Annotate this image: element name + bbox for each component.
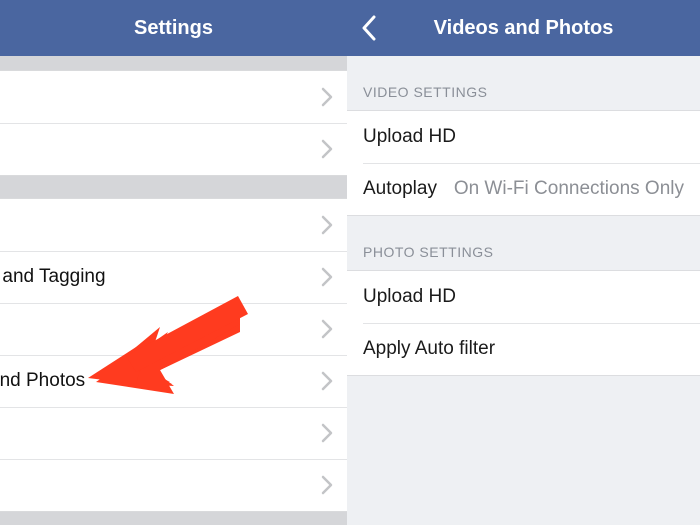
videos-photos-content: VIDEO SETTINGS Upload HD Autoplay On Wi-… (347, 56, 700, 525)
settings-group-2: Privacy Timeline and Tagging Location (0, 198, 347, 512)
chevron-right-icon (321, 215, 333, 235)
settings-row-label: Security (0, 138, 313, 160)
row-autoplay[interactable]: Autoplay On Wi-Fi Connections Only (347, 163, 700, 215)
chevron-right-icon (321, 423, 333, 443)
row-upload-hd-photo[interactable]: Upload HD (347, 271, 700, 323)
settings-row-videos-photos[interactable]: Videos and Photos (0, 355, 347, 407)
chevron-right-icon (321, 139, 333, 159)
settings-row-label: Browser (0, 474, 313, 496)
settings-row-label: Privacy (0, 214, 313, 236)
settings-row-location[interactable]: Location (0, 303, 347, 355)
settings-list: General Security Privacy (0, 56, 347, 525)
chevron-right-icon (321, 371, 333, 391)
section-header-video: VIDEO SETTINGS (347, 56, 700, 110)
chevron-right-icon (321, 87, 333, 107)
settings-row-label: Videos and Photos (0, 370, 313, 392)
settings-row-security[interactable]: Security (0, 123, 347, 175)
settings-row-sounds[interactable]: Sounds (0, 407, 347, 459)
settings-row-label: Location (0, 318, 313, 340)
videos-photos-pane: Videos and Photos VIDEO SETTINGS Upload … (347, 0, 700, 525)
row-label: Upload HD (363, 286, 684, 308)
videos-photos-header: Videos and Photos (347, 0, 700, 56)
back-button[interactable] (361, 0, 376, 56)
settings-row-label: General (0, 86, 313, 108)
section-video: Upload HD Autoplay On Wi-Fi Connections … (347, 110, 700, 216)
section-photo: Upload HD Apply Auto filter (347, 270, 700, 376)
row-label: Apply Auto filter (363, 338, 684, 360)
chevron-left-icon (361, 15, 376, 41)
settings-row-privacy[interactable]: Privacy (0, 199, 347, 251)
settings-row-label: Sounds (0, 422, 313, 444)
chevron-right-icon (321, 475, 333, 495)
row-label: Upload HD (363, 126, 684, 148)
settings-row-label: Timeline and Tagging (0, 266, 313, 288)
row-label: Autoplay (363, 178, 454, 200)
settings-header: Settings (0, 0, 347, 56)
videos-photos-title: Videos and Photos (347, 17, 700, 40)
settings-pane: Settings General Security (0, 0, 347, 525)
settings-row-general[interactable]: General (0, 71, 347, 123)
row-apply-auto-filter[interactable]: Apply Auto filter (347, 323, 700, 375)
settings-title: Settings (0, 17, 347, 40)
settings-row-timeline-tagging[interactable]: Timeline and Tagging (0, 251, 347, 303)
row-value: On Wi-Fi Connections Only (454, 178, 684, 200)
settings-row-browser[interactable]: Browser (0, 459, 347, 511)
row-upload-hd-video[interactable]: Upload HD (347, 111, 700, 163)
chevron-right-icon (321, 319, 333, 339)
settings-group-1: General Security (0, 70, 347, 176)
chevron-right-icon (321, 267, 333, 287)
section-header-photo: PHOTO SETTINGS (347, 216, 700, 270)
